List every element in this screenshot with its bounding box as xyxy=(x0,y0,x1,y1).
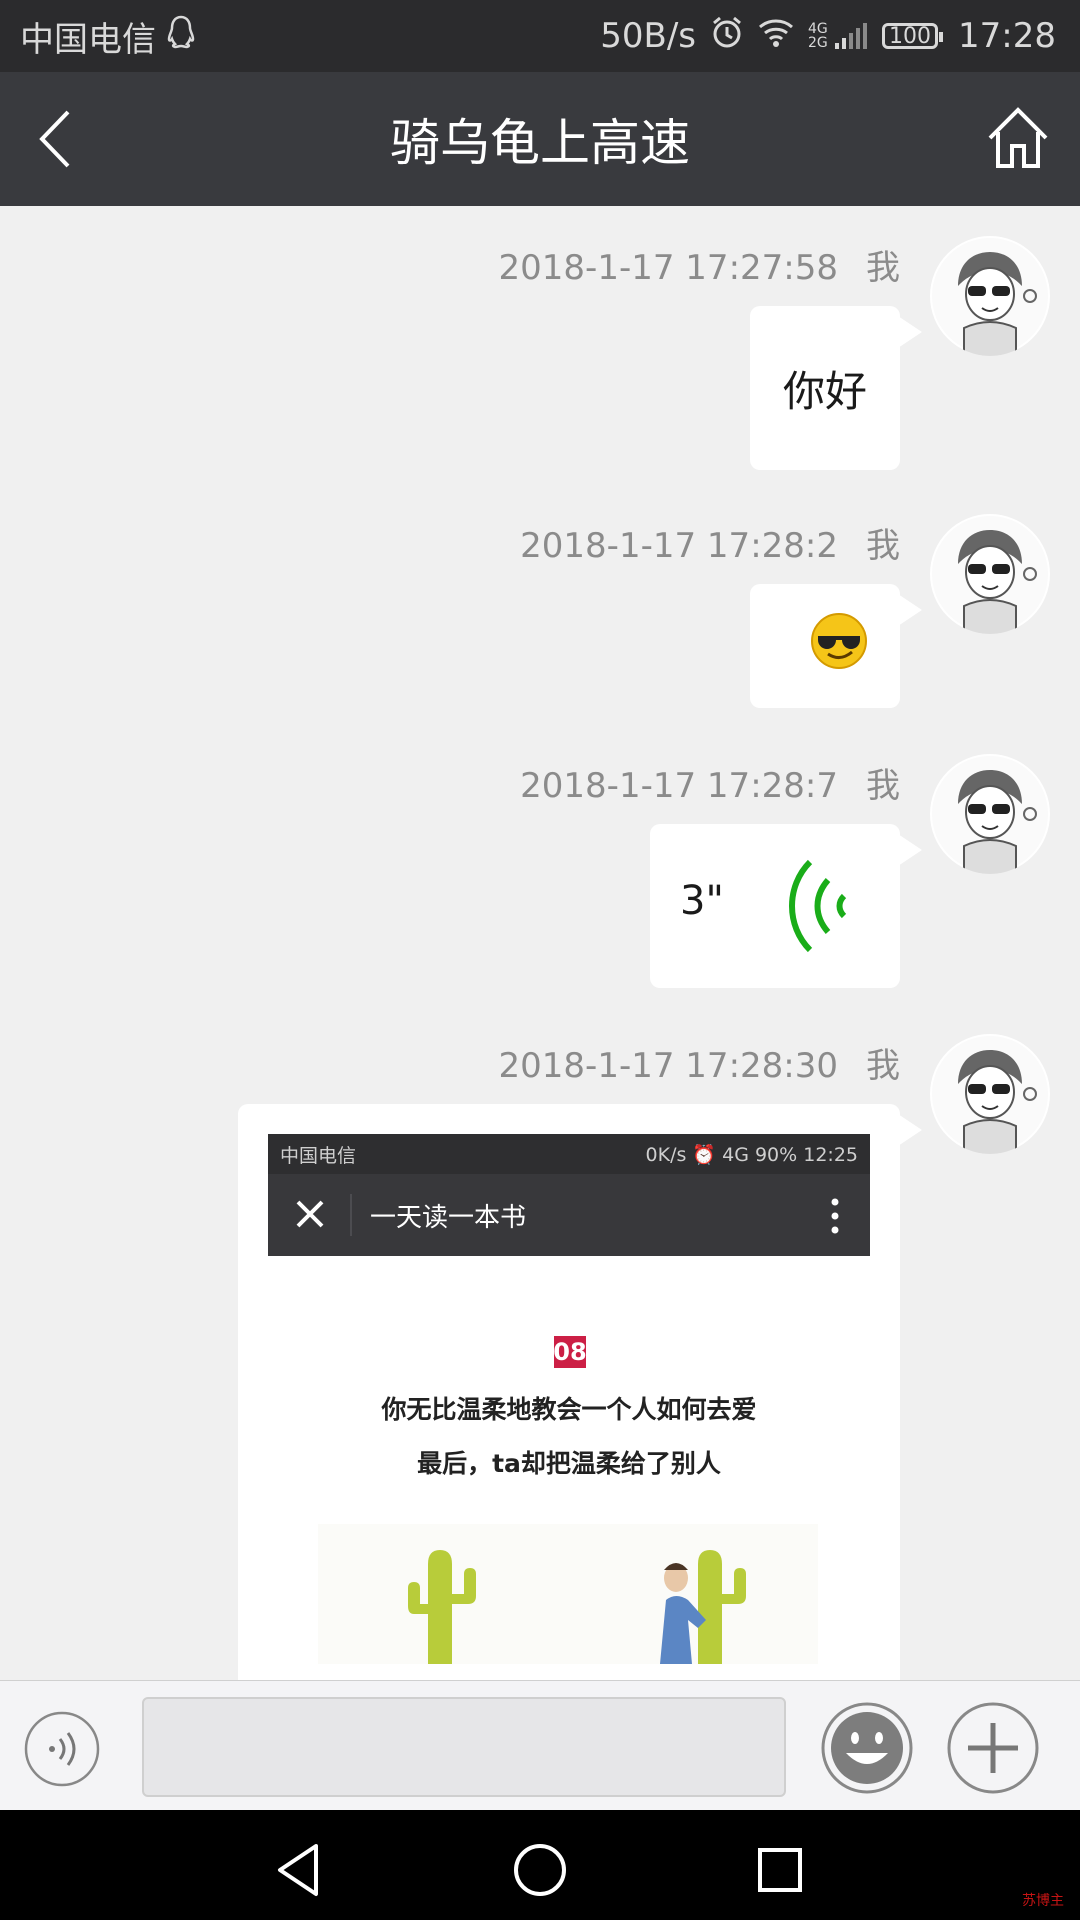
voice-duration: 3" xyxy=(680,878,724,924)
article-line: 最后，ta却把温柔给了别人 xyxy=(417,1449,721,1478)
voice-mode-button[interactable] xyxy=(24,1711,100,1787)
message-timestamp: 2018-1-17 17:28:7 xyxy=(520,766,838,806)
avatar[interactable] xyxy=(930,754,1050,874)
message-timestamp: 2018-1-17 17:28:2 xyxy=(520,526,838,566)
voice-message-bubble[interactable]: 3" xyxy=(650,824,922,988)
add-more-button[interactable] xyxy=(946,1701,1040,1795)
triangle-back-icon xyxy=(278,1844,318,1896)
voice-wave-icon xyxy=(780,858,850,958)
message-bubble[interactable] xyxy=(750,584,922,708)
battery-icon: 100 xyxy=(882,23,944,49)
number-badge: 08 xyxy=(553,1336,587,1368)
system-nav-bar: 苏博主 xyxy=(0,1810,1080,1920)
message-meta: 2018-1-17 17:28:2 我 xyxy=(520,518,900,567)
emoji-button[interactable] xyxy=(820,1701,914,1795)
message-bubble[interactable]: 你好 xyxy=(750,306,922,470)
avatar[interactable] xyxy=(930,514,1050,634)
plus-icon xyxy=(947,1702,1039,1794)
sender-name: 我 xyxy=(866,1046,900,1086)
message-input[interactable] xyxy=(142,1697,786,1797)
message-timestamp: 2018-1-17 17:27:58 xyxy=(498,248,838,288)
shared-image-header: 一天读一本书 xyxy=(268,1174,870,1256)
square-recents-icon xyxy=(758,1848,802,1892)
wifi-icon xyxy=(758,16,794,56)
system-recents-button[interactable] xyxy=(752,1842,808,1898)
cactus-illustration xyxy=(318,1524,818,1664)
shared-image-title: 一天读一本书 xyxy=(370,1202,527,1233)
avatar[interactable] xyxy=(930,236,1050,356)
home-icon xyxy=(988,107,1048,168)
net-speed: 50B/s xyxy=(600,16,697,56)
article-line: 你无比温柔地教会一个人如何去爱 xyxy=(381,1395,757,1424)
divider xyxy=(350,1194,352,1236)
message-meta: 2018-1-17 17:28:7 我 xyxy=(520,758,900,807)
carrier-label: 中国电信 xyxy=(20,19,156,60)
more-vertical-icon xyxy=(830,1196,840,1236)
message-text: 你好 xyxy=(782,366,867,416)
status-bar: 中国电信 50B/s 4G 2G 100 17:28 xyxy=(0,0,1080,72)
status-time: 17:28 xyxy=(958,16,1056,56)
system-back-button[interactable] xyxy=(270,1840,330,1900)
sender-name: 我 xyxy=(866,766,900,806)
chat-header: 骑乌龟上高速 xyxy=(0,72,1080,206)
circle-home-icon xyxy=(514,1844,566,1896)
image-message-bubble[interactable]: 中国电信 0K/s ⏰ 4G 90% 12:25 一天读一本书 08 你无比温柔… xyxy=(238,1104,922,1704)
signal-icon: 4G 2G xyxy=(808,21,868,51)
avatar[interactable] xyxy=(930,1034,1050,1154)
emoji-icon xyxy=(821,1702,913,1794)
watermark: 苏博主 xyxy=(1022,1893,1064,1909)
alarm-icon xyxy=(710,15,744,58)
chat-title: 骑乌龟上高速 xyxy=(390,114,690,172)
sender-name: 我 xyxy=(866,248,900,288)
voice-mode-icon xyxy=(24,1711,100,1787)
chat-input-bar xyxy=(0,1680,1080,1811)
close-icon xyxy=(290,1194,330,1234)
home-button[interactable] xyxy=(982,102,1054,174)
qq-icon xyxy=(166,15,196,58)
message-meta: 2018-1-17 17:27:58 我 xyxy=(499,240,900,289)
sunglasses-emoji-icon xyxy=(810,612,868,680)
message-meta: 2018-1-17 17:28:30 我 xyxy=(499,1038,900,1087)
shared-image-status-bar: 中国电信 0K/s ⏰ 4G 90% 12:25 xyxy=(268,1134,870,1174)
sender-name: 我 xyxy=(866,526,900,566)
system-home-button[interactable] xyxy=(510,1840,570,1900)
message-timestamp: 2018-1-17 17:28:30 xyxy=(498,1046,838,1086)
